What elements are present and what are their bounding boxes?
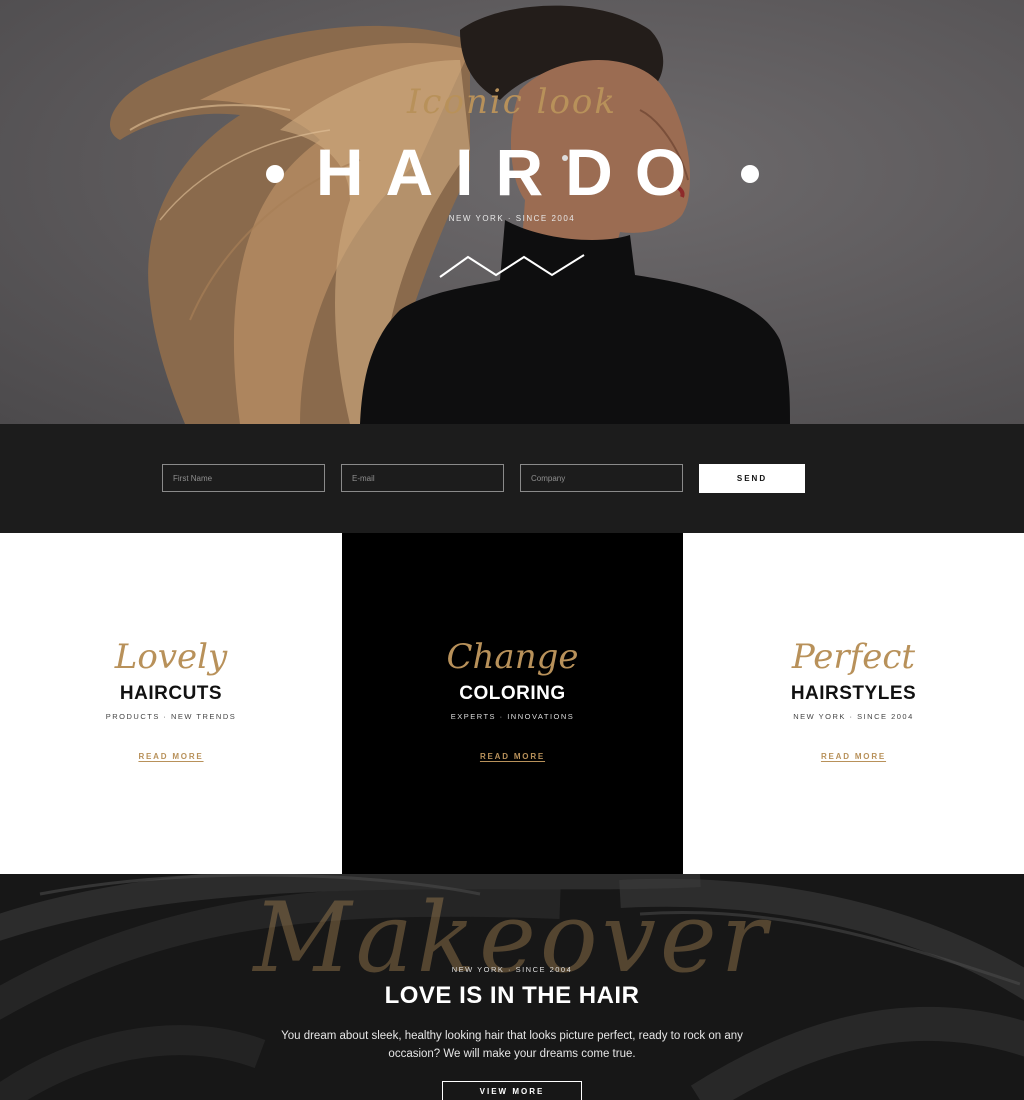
card-script-title: Lovely: [114, 637, 228, 677]
card-script-title: Perfect: [791, 637, 916, 677]
read-more-link[interactable]: READ MORE: [683, 752, 1024, 761]
love-section: Makeover NEW YORK · SINCE 2004 LOVE IS I…: [0, 874, 1024, 1100]
hero-section: Iconic look HAIRDO NEW YORK · SINCE 2004: [0, 0, 1024, 424]
hero-tagline: NEW YORK · SINCE 2004: [448, 214, 576, 223]
love-paragraph: You dream about sleek, healthy looking h…: [281, 1030, 743, 1060]
hero-portrait-image: [110, 5, 790, 424]
card-subtitle: NEW YORK · SINCE 2004: [793, 712, 914, 721]
card-heading: COLORING: [459, 683, 566, 704]
card-subtitle: EXPERTS · INNOVATIONS: [450, 712, 575, 721]
brand-dot-right: [741, 165, 759, 183]
service-card-coloring: Change COLORING EXPERTS · INNOVATIONS RE…: [342, 533, 683, 874]
read-more-link[interactable]: READ MORE: [342, 752, 683, 761]
card-subtitle: PRODUCTS · NEW TRENDS: [105, 712, 237, 721]
services-section: Lovely HAIRCUTS PRODUCTS · NEW TRENDS RE…: [0, 533, 1024, 874]
read-more-link[interactable]: READ MORE: [0, 752, 342, 761]
zigzag-divider-icon: [439, 254, 585, 278]
card-heading: HAIRCUTS: [119, 683, 223, 704]
love-heading: LOVE IS IN THE HAIR: [384, 982, 640, 1009]
brand-logo[interactable]: HAIRDO: [0, 134, 1024, 210]
view-more-button[interactable]: VIEW MORE: [442, 1081, 582, 1100]
service-card-hairstyles: Perfect HAIRSTYLES NEW YORK · SINCE 2004…: [683, 533, 1024, 874]
card-heading: HAIRSTYLES: [790, 683, 917, 704]
service-card-haircuts: Lovely HAIRCUTS PRODUCTS · NEW TRENDS RE…: [0, 533, 342, 874]
email-field[interactable]: [341, 464, 504, 492]
card-script-title: Change: [446, 637, 579, 677]
makeover-script-background: Makeover: [253, 882, 771, 994]
hero-script-title: Iconic look: [407, 82, 617, 122]
love-tagline: NEW YORK · SINCE 2004: [451, 965, 573, 974]
first-name-field[interactable]: [162, 464, 325, 492]
send-button[interactable]: SEND: [699, 464, 805, 493]
contact-form-bar: SEND: [0, 424, 1024, 533]
company-field[interactable]: [520, 464, 683, 492]
